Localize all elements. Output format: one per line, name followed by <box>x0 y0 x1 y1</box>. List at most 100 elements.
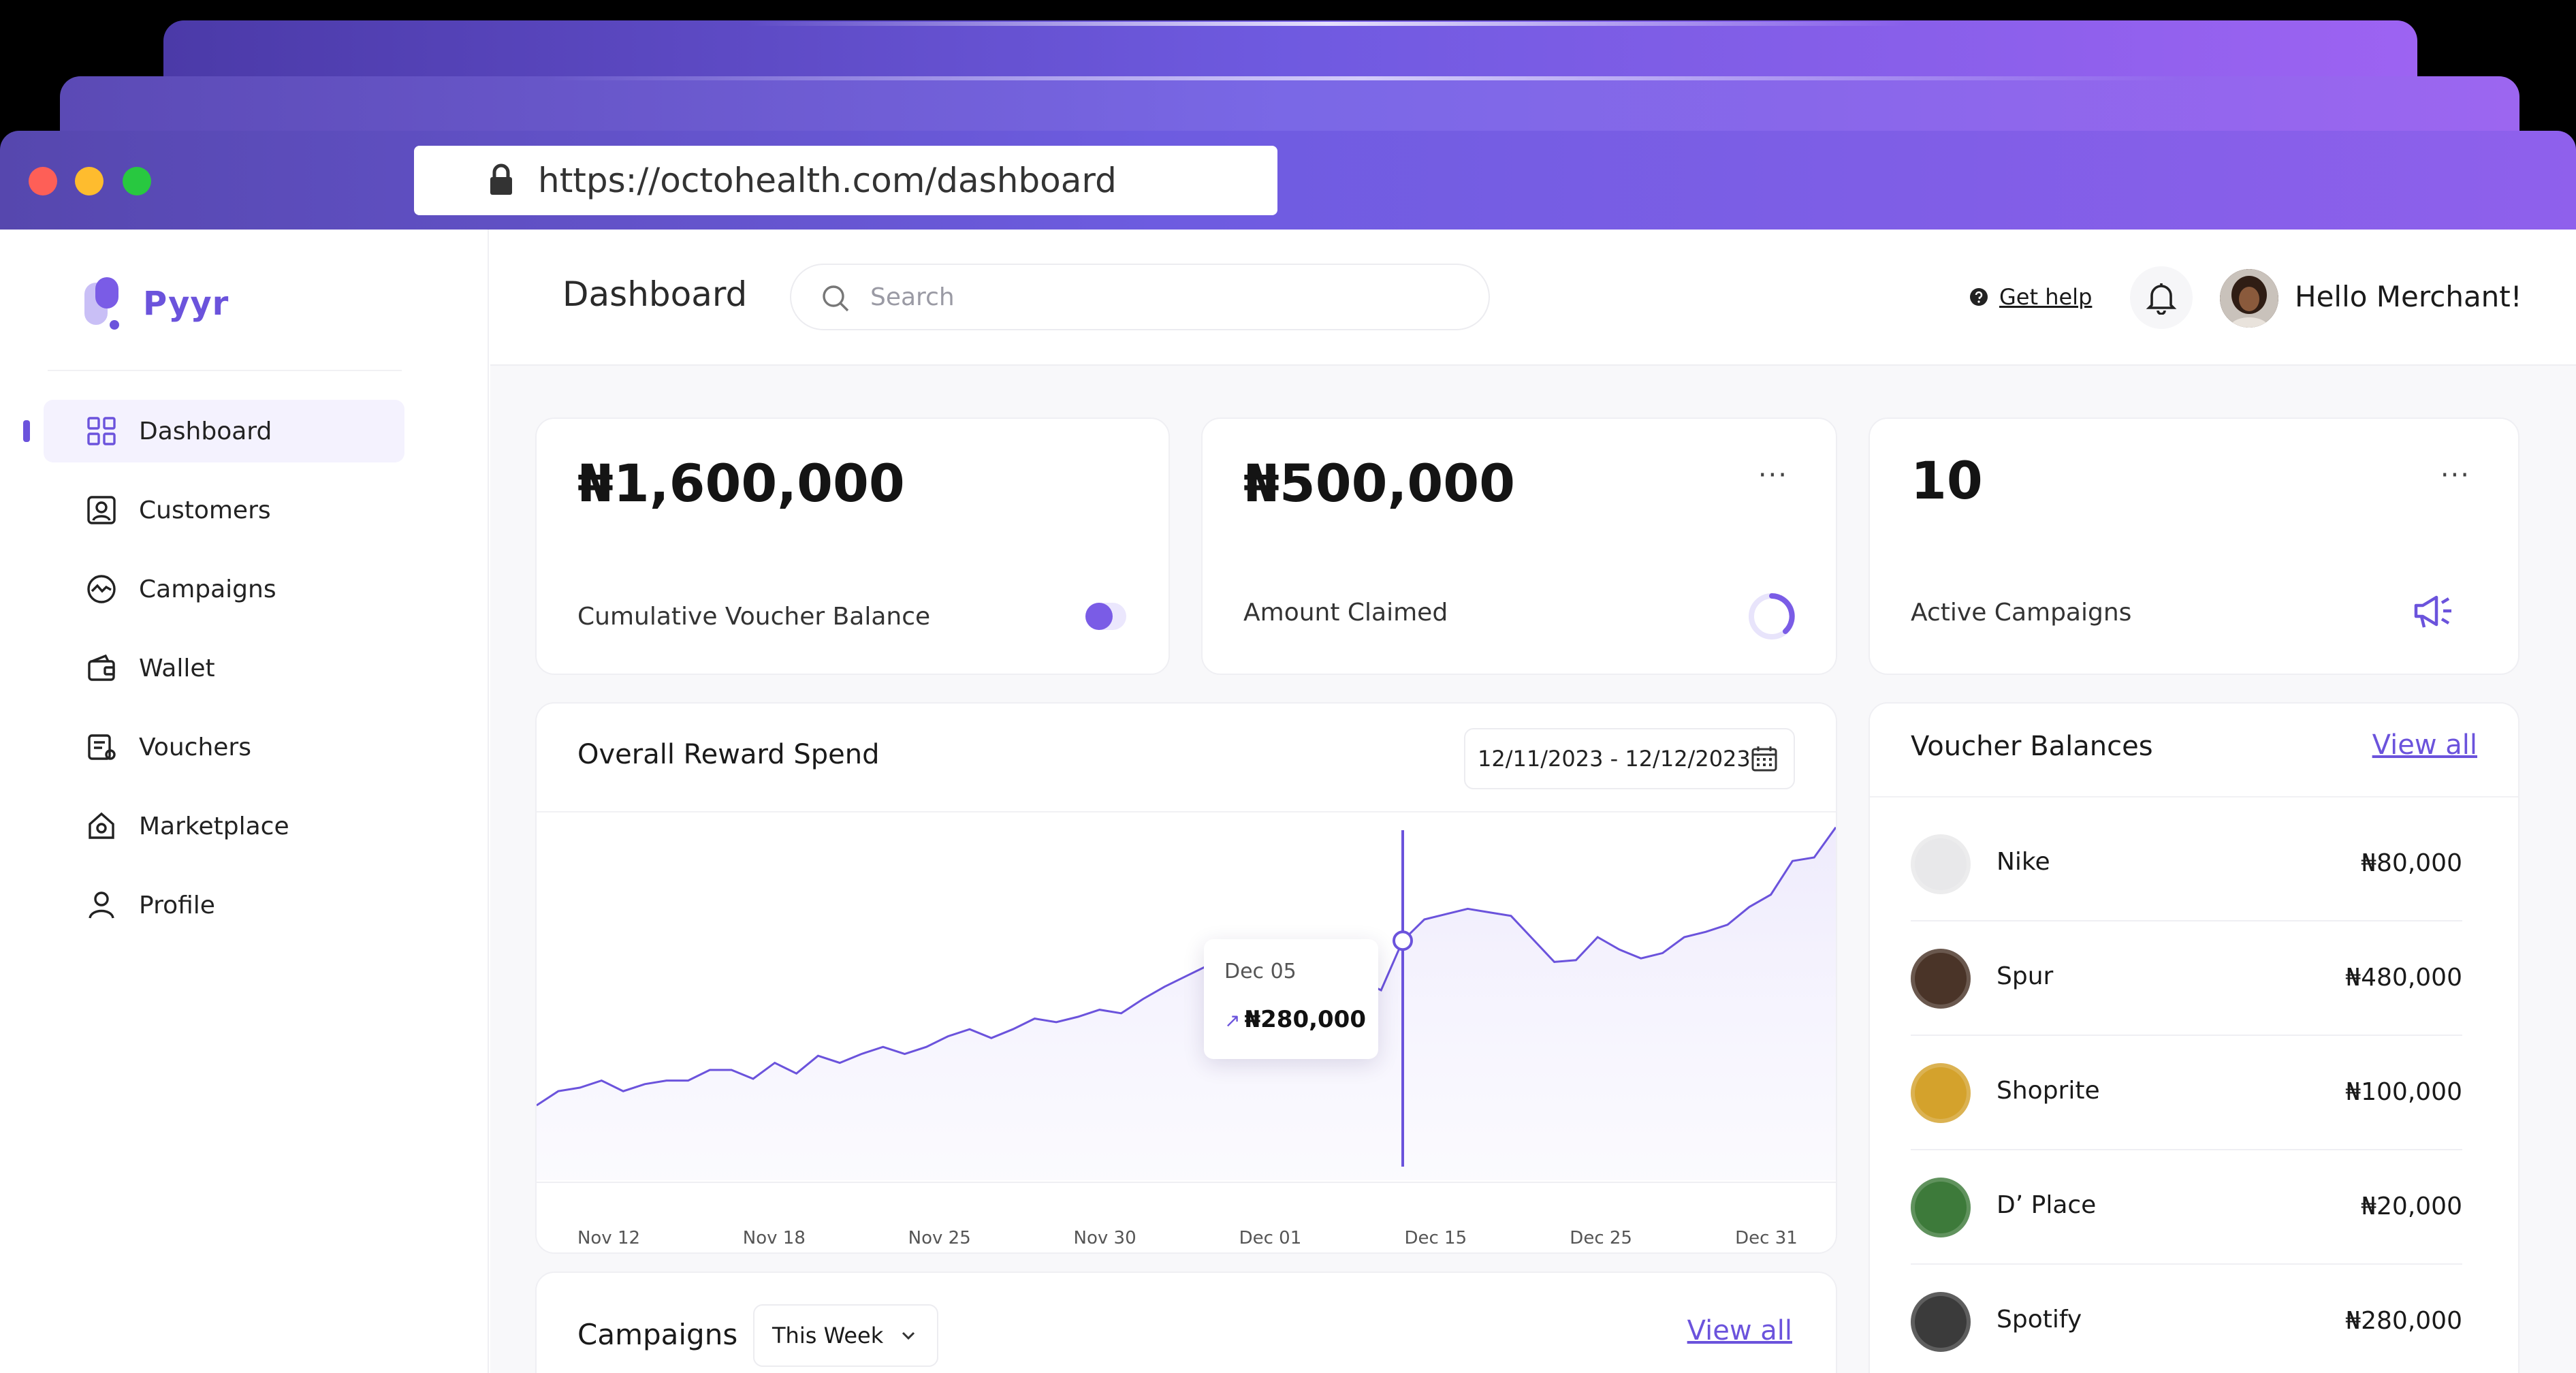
voucher-amount: ₦80,000 <box>2361 849 2462 877</box>
x-tick-label: Nov 25 <box>908 1228 971 1248</box>
pyyr-logo-icon <box>84 277 119 330</box>
campaigns-card: Campaigns This Week View all <box>535 1272 1837 1373</box>
stat-value: ₦1,600,000 <box>577 453 905 514</box>
brand-logo[interactable]: Pyyr <box>84 277 229 330</box>
x-tick-label: Nov 12 <box>577 1228 641 1248</box>
calendar-icon <box>1751 746 1777 772</box>
address-bar[interactable]: https://octohealth.com/dashboard <box>414 146 1277 215</box>
sidebar-item-campaigns[interactable]: Campaigns <box>44 558 404 620</box>
campaigns-title: Campaigns <box>577 1318 738 1351</box>
chrome-highlight <box>545 76 2179 80</box>
area-fill <box>537 827 1836 1180</box>
stat-value: 10 <box>1911 450 1983 511</box>
x-tick-label: Nov 18 <box>742 1228 806 1248</box>
tooltip-amount: ₦280,000 <box>1244 1006 1366 1033</box>
lock-icon <box>490 163 512 195</box>
minimize-window-button[interactable] <box>75 167 104 195</box>
wallet-icon <box>88 654 115 681</box>
merchant-logo-icon <box>1911 1063 1971 1123</box>
x-tick-label: Dec 25 <box>1570 1228 1632 1248</box>
close-window-button[interactable] <box>29 167 57 195</box>
sidebar-item-marketplace[interactable]: Marketplace <box>44 795 404 857</box>
grid-icon <box>87 417 116 445</box>
voucher-row[interactable]: Shoprite ₦100,000 <box>1911 1036 2462 1150</box>
bell-icon <box>2146 283 2177 315</box>
sidebar-item-customers[interactable]: Customers <box>44 479 404 541</box>
sidebar: Pyyr Dashboard Customers Campaigns Walle… <box>0 230 489 1373</box>
notifications-button[interactable] <box>2130 266 2193 329</box>
greeting: Hello Merchant! <box>2295 280 2522 313</box>
x-tick-label: Dec 15 <box>1404 1228 1467 1248</box>
view-all-campaigns-link[interactable]: View all <box>1687 1315 1792 1346</box>
voucher-row[interactable]: D’ Place ₦20,000 <box>1911 1150 2462 1265</box>
highlight-point[interactable] <box>1393 930 1413 951</box>
stat-label: Active Campaigns <box>1911 599 2132 627</box>
sidebar-item-label: Vouchers <box>139 733 251 761</box>
more-options-button[interactable]: ··· <box>2440 460 2470 491</box>
voucher-amount: ₦100,000 <box>2345 1078 2462 1106</box>
period-value: This Week <box>772 1323 884 1348</box>
merchant-logo-icon <box>1911 949 1971 1009</box>
question-icon <box>1970 288 1988 306</box>
brand-name: Pyyr <box>143 285 229 323</box>
voucher-balances-title: Voucher Balances <box>1911 731 2153 762</box>
sidebar-item-profile[interactable]: Profile <box>44 874 404 936</box>
reward-spend-chart <box>537 826 1836 1183</box>
voucher-icon <box>88 734 116 760</box>
merchant-name: Nike <box>1997 848 2050 876</box>
period-select[interactable]: This Week <box>753 1304 938 1367</box>
megaphone-icon <box>2414 595 2451 628</box>
search-icon <box>823 285 849 312</box>
sidebar-item-dashboard[interactable]: Dashboard <box>44 400 404 462</box>
merchant-logo-icon <box>1911 1178 1971 1237</box>
chrome-highlight <box>749 22 1907 26</box>
stat-label: Amount Claimed <box>1243 599 1448 627</box>
balance-toggle[interactable] <box>1085 603 1126 630</box>
voucher-row[interactable]: Nike ₦80,000 <box>1911 807 2462 921</box>
x-tick-label: Nov 30 <box>1073 1228 1136 1248</box>
merchant-logo-icon <box>1911 1292 1971 1352</box>
reward-spend-card: Overall Reward Spend 12/11/2023 - 12/12/… <box>535 702 1837 1254</box>
store-icon <box>89 812 114 839</box>
progress-ring-icon <box>1749 593 1795 640</box>
x-tick-label: Dec 01 <box>1239 1228 1302 1248</box>
avatar[interactable] <box>2220 269 2278 328</box>
help-link[interactable]: Get help <box>1969 284 2092 310</box>
divider <box>1870 796 2518 798</box>
more-options-button[interactable]: ··· <box>1758 460 1788 491</box>
activity-icon <box>87 575 116 603</box>
view-all-vouchers-link[interactable]: View all <box>2372 729 2477 761</box>
search-input[interactable] <box>870 283 1415 311</box>
sidebar-item-wallet[interactable]: Wallet <box>44 637 404 699</box>
voucher-row[interactable]: Spur ₦480,000 <box>1911 921 2462 1036</box>
sidebar-item-label: Campaigns <box>139 575 276 603</box>
voucher-balances-card: Voucher Balances View all Nike ₦80,000 Spu… <box>1869 702 2519 1373</box>
sidebar-item-vouchers[interactable]: Vouchers <box>44 716 404 778</box>
divider <box>48 370 402 371</box>
tooltip-date: Dec 05 <box>1224 960 1297 983</box>
stat-card-amount-claimed: ₦500,000 ··· Amount Claimed <box>1201 417 1837 675</box>
main-content: Dashboard Get help <box>490 230 2576 1373</box>
url-text: https://octohealth.com/dashboard <box>538 161 1117 200</box>
chart-title: Overall Reward Spend <box>577 739 880 770</box>
sidebar-item-label: Dashboard <box>139 417 272 445</box>
active-indicator <box>23 420 30 442</box>
browser-window-back-2 <box>163 20 2417 82</box>
merchant-name: Shoprite <box>1997 1077 2100 1105</box>
help-link-label[interactable]: Get help <box>1999 284 2092 310</box>
voucher-amount: ₦20,000 <box>2361 1193 2462 1220</box>
maximize-window-button[interactable] <box>123 167 151 195</box>
topbar: Dashboard Get help <box>490 230 2576 366</box>
voucher-row[interactable]: Spotify ₦280,000 <box>1911 1265 2462 1373</box>
app: Pyyr Dashboard Customers Campaigns Walle… <box>0 230 2576 1373</box>
user-card-icon <box>87 496 116 524</box>
date-range-picker[interactable]: 12/11/2023 - 12/12/2023 <box>1464 728 1795 789</box>
sidebar-item-label: Profile <box>139 891 215 919</box>
merchant-name: Spotify <box>1997 1306 2082 1333</box>
merchant-name: Spur <box>1997 962 2054 990</box>
chart-tooltip: Dec 05 ↗ ₦280,000 <box>1204 939 1378 1059</box>
search-box[interactable] <box>790 264 1490 330</box>
stat-label: Cumulative Voucher Balance <box>577 603 931 631</box>
chevron-down-icon <box>902 1331 915 1340</box>
voucher-amount: ₦480,000 <box>2345 964 2462 992</box>
